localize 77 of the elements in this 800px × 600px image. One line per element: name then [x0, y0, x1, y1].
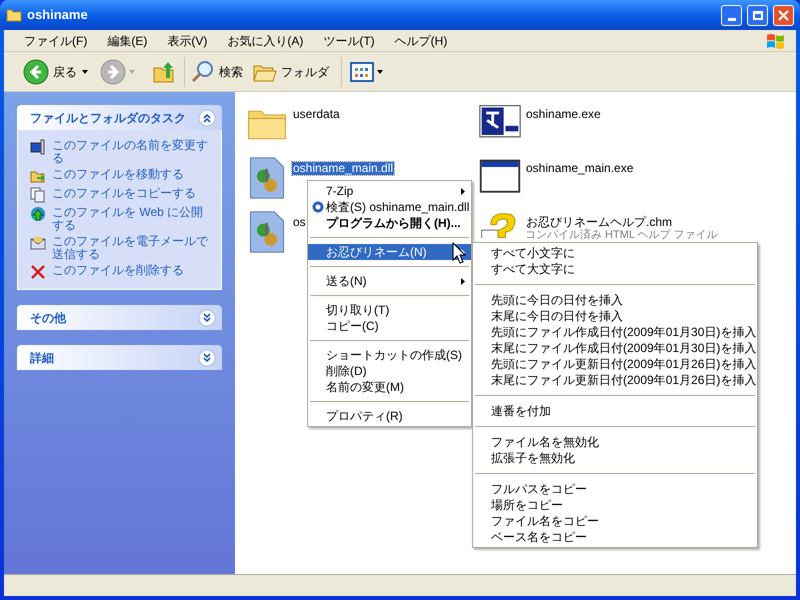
menu-item[interactable]: すべて大文字に: [473, 261, 757, 277]
menu-item[interactable]: お忍びリネーム(N): [308, 244, 471, 260]
search-icon: [191, 60, 215, 84]
folders-button[interactable]: フォルダ: [249, 54, 333, 88]
maximize-button[interactable]: [747, 4, 768, 26]
task-link[interactable]: このファイルの名前を変更する: [52, 139, 209, 165]
menu-item[interactable]: 7-Zip: [308, 183, 471, 199]
menu-item[interactable]: 末尾にファイル更新日付(2009年01月26日)を挿入: [473, 372, 757, 388]
task-link[interactable]: このファイルを削除する: [52, 264, 184, 277]
menu-item[interactable]: 先頭にファイル作成日付(2009年01月30日)を挿入: [473, 324, 757, 340]
file-name[interactable]: oshiname_main.dll: [292, 162, 394, 175]
menu-item[interactable]: 名前の変更(M): [308, 379, 471, 395]
menu-item[interactable]: 先頭にファイル更新日付(2009年01月26日)を挿入: [473, 356, 757, 372]
folder-icon: [6, 8, 22, 22]
menu-item[interactable]: 検査(S) oshiname_main.dll: [308, 199, 471, 215]
panel-title: 詳細: [30, 350, 54, 366]
menu-item[interactable]: ファイル名をコピー: [473, 513, 757, 529]
menu-item[interactable]: 末尾にファイル作成日付(2009年01月30日)を挿入: [473, 340, 757, 356]
menu-item[interactable]: 末尾に今日の日付を挿入: [473, 308, 757, 324]
forward-icon[interactable]: [100, 58, 126, 84]
menu-item[interactable]: ショートカットの作成(S): [308, 347, 471, 363]
views-icon: [350, 62, 374, 82]
file-name[interactable]: oshiname_main.exe: [525, 162, 634, 175]
menu-item[interactable]: 連番を付加: [473, 403, 757, 419]
menu-item[interactable]: すべて小文字に: [473, 245, 757, 261]
file-name[interactable]: os: [292, 216, 307, 229]
menu-item[interactable]: 場所をコピー: [473, 497, 757, 513]
task-panel-header[interactable]: 詳細: [17, 345, 222, 370]
menu-item[interactable]: プログラムから開く(H)...: [308, 215, 471, 231]
menu-item[interactable]: 拡張子を無効化: [473, 450, 757, 466]
menu-item[interactable]: ツール(T): [317, 32, 381, 50]
minimize-button[interactable]: [721, 4, 742, 26]
panel-title: その他: [30, 310, 66, 326]
scan-icon: [312, 201, 324, 213]
copy-icon: [30, 187, 46, 203]
rename-icon: [30, 139, 46, 155]
delete-icon: [30, 264, 46, 280]
menu-item[interactable]: 先頭に今日の日付を挿入: [473, 292, 757, 308]
globe-icon: [30, 206, 46, 222]
back-button[interactable]: 戻る: [20, 54, 92, 88]
menu-item[interactable]: 削除(D): [308, 363, 471, 379]
file-name[interactable]: お忍びリネームヘルプ.chm: [525, 216, 718, 229]
menu-item[interactable]: ファイル名を無効化: [473, 434, 757, 450]
menu-item[interactable]: フルパスをコピー: [473, 481, 757, 497]
windows-logo-icon: [766, 32, 786, 50]
file-type: コンパイル済み HTML ヘルプ ファイル: [525, 229, 718, 241]
file-name[interactable]: userdata: [292, 108, 341, 121]
menu-item[interactable]: お気に入り(A): [221, 32, 310, 50]
file-name[interactable]: oshiname.exe: [525, 108, 602, 121]
menu-item[interactable]: ヘルプ(H): [388, 32, 454, 50]
task-panel-header[interactable]: その他: [17, 305, 222, 330]
menu-item[interactable]: プロパティ(R): [308, 408, 471, 424]
collapse-chevron-icon[interactable]: [198, 108, 216, 126]
close-button[interactable]: [773, 4, 794, 26]
panel-title: ファイルとフォルダのタスク: [30, 110, 186, 126]
close-icon: [778, 10, 789, 20]
dropdown-caret-icon: [376, 68, 384, 74]
dropdown-caret-icon: [81, 68, 89, 74]
expand-chevron-icon[interactable]: [198, 348, 216, 366]
up-folder-icon[interactable]: [152, 60, 176, 84]
mouse-pointer-icon: [452, 242, 466, 264]
menu-item[interactable]: コピー(C): [308, 318, 471, 334]
window-title: oshiname: [27, 6, 89, 24]
menu-item[interactable]: 編集(E): [101, 32, 154, 50]
menu-item[interactable]: 切り取り(T): [308, 302, 471, 318]
task-link[interactable]: このファイルを Web に公開する: [52, 206, 209, 232]
expand-chevron-icon[interactable]: [198, 308, 216, 326]
menu-item[interactable]: 送る(N): [308, 273, 471, 289]
envelope-icon: [30, 235, 46, 251]
menu-item[interactable]: 表示(V): [161, 32, 214, 50]
search-button[interactable]: 検索: [187, 54, 247, 88]
task-link[interactable]: このファイルをコピーする: [52, 187, 196, 200]
task-link[interactable]: このファイルを移動する: [52, 168, 184, 181]
menu-item[interactable]: ファイル(F): [18, 32, 94, 50]
task-panel-header[interactable]: ファイルとフォルダのタスク: [17, 105, 222, 130]
task-link[interactable]: このファイルを電子メールで送信する: [52, 235, 209, 261]
menu-item[interactable]: ベース名をコピー: [473, 529, 757, 545]
